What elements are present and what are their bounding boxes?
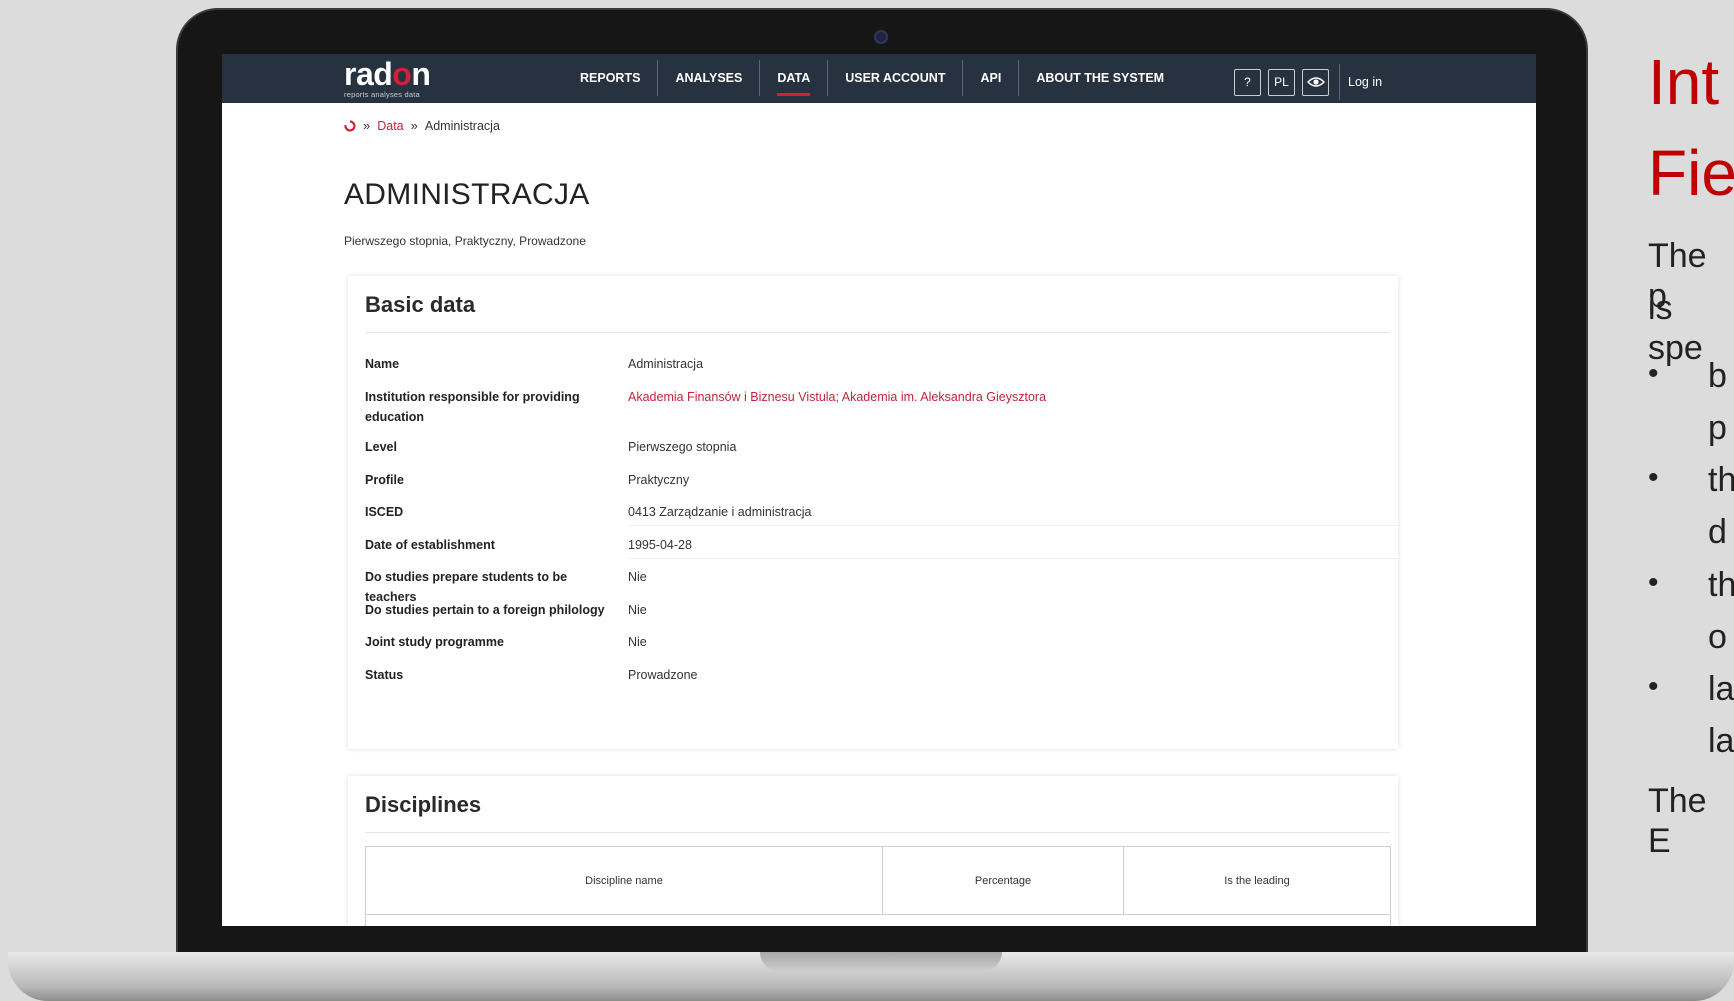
row-label: Profile xyxy=(365,473,404,487)
card-divider xyxy=(365,832,1390,833)
column-header-percentage[interactable]: Percentage xyxy=(883,847,1124,915)
nav-item-analyses[interactable]: ANALYSES xyxy=(658,60,761,96)
row-label: Do studies pertain to a foreign philolog… xyxy=(365,603,605,617)
basic-data-card: Basic data Name Administracja Institutio… xyxy=(348,276,1398,749)
nav-tools: ? PL Log in xyxy=(1234,64,1382,100)
logo-text-o: o xyxy=(392,56,412,92)
disciplines-table: Discipline name Percentage Is the leadin… xyxy=(365,846,1391,926)
row-label: Institution responsible for providing ed… xyxy=(365,390,580,424)
slide-footer-text: The E xyxy=(1648,782,1707,860)
row-value: Praktyczny xyxy=(628,473,690,487)
slide-bullet-2-line1: th xyxy=(1708,461,1734,499)
disciplines-card: Disciplines Discipline name Percentage I… xyxy=(348,776,1398,926)
row-value: Prowadzone xyxy=(628,668,698,682)
page-title: ADMINISTRACJA xyxy=(344,178,590,211)
row-value: Nie xyxy=(628,635,647,649)
accessibility-eye-button[interactable] xyxy=(1302,68,1329,96)
nav-item-about-the-system[interactable]: ABOUT THE SYSTEM xyxy=(1019,60,1181,96)
browser-screen: radon reports analyses data REPORTS ANAL… xyxy=(222,54,1536,926)
laptop-notch xyxy=(760,952,1002,972)
nav-item-user-account[interactable]: USER ACCOUNT xyxy=(828,60,964,96)
slide-title-line2: Fie xyxy=(1648,137,1734,209)
column-header-is-the-leading[interactable]: Is the leading xyxy=(1124,847,1390,915)
row-value: Nie xyxy=(628,570,647,584)
column-header-discipline-name[interactable]: Discipline name xyxy=(366,847,883,915)
top-navigation-bar: radon reports analyses data REPORTS ANAL… xyxy=(222,54,1536,103)
row-divider xyxy=(628,525,1398,526)
nav-item-api[interactable]: API xyxy=(963,60,1020,96)
row-divider xyxy=(628,558,1398,559)
main-nav: REPORTS ANALYSES DATA USER ACCOUNT API A… xyxy=(563,54,1181,103)
help-button[interactable]: ? xyxy=(1234,68,1261,96)
slide-title-line1: Int xyxy=(1648,46,1720,118)
row-label: Name xyxy=(365,357,400,371)
row-value: Pierwszego stopnia xyxy=(628,440,737,454)
row-label: Level xyxy=(365,440,397,454)
breadcrumb-item-current: Administracja xyxy=(424,118,500,133)
breadcrumb: » Data » Administracja xyxy=(344,118,500,133)
slide-bullet-1-line1: b xyxy=(1708,357,1727,395)
logo-text-end: n xyxy=(411,56,431,92)
slide-bullet-4-line2: la xyxy=(1708,722,1734,760)
logo-subtitle: reports analyses data xyxy=(344,90,420,99)
slide-bullet-4-line1: la xyxy=(1708,670,1734,708)
bullet-icon: • xyxy=(1648,357,1659,390)
basic-data-title: Basic data xyxy=(365,292,476,317)
slide-bullet-3-line2: o xyxy=(1708,618,1727,656)
login-link[interactable]: Log in xyxy=(1348,75,1382,89)
row-value: 1995-04-28 xyxy=(628,538,692,552)
slide-bullet-2-line2: d xyxy=(1708,513,1727,551)
disciplines-title: Disciplines xyxy=(365,792,482,817)
slide-bullet-1-line2: p xyxy=(1708,409,1727,447)
slide-bullet-3-line1: th xyxy=(1708,566,1734,604)
institution-link[interactable]: Akademia Finansów i Biznesu Vistula; Aka… xyxy=(628,387,1046,407)
nav-item-reports[interactable]: REPORTS xyxy=(563,60,659,96)
eye-icon xyxy=(1306,77,1325,87)
logo-text-start: rad xyxy=(344,56,393,92)
breadcrumb-separator: » xyxy=(410,118,418,133)
nav-item-data[interactable]: DATA xyxy=(760,60,829,96)
row-label: ISCED xyxy=(365,505,404,519)
bullet-icon: • xyxy=(1648,566,1659,599)
row-value: 0413 Zarządzanie i administracja xyxy=(628,505,812,519)
breadcrumb-item-data[interactable]: Data xyxy=(377,119,403,133)
radon-home-icon[interactable] xyxy=(344,119,356,132)
language-button[interactable]: PL xyxy=(1268,68,1295,96)
row-label: Joint study programme xyxy=(365,635,504,649)
page-subtitle: Pierwszego stopnia, Praktyczny, Prowadzo… xyxy=(344,234,586,248)
row-label: Date of establishment xyxy=(365,538,495,552)
webcam-icon xyxy=(874,30,888,44)
bullet-icon: • xyxy=(1648,670,1659,703)
row-label: Status xyxy=(365,668,404,682)
breadcrumb-separator: » xyxy=(363,118,371,133)
radon-logo[interactable]: radon reports analyses data xyxy=(344,56,431,101)
bullet-icon: • xyxy=(1648,461,1659,494)
row-value: Administracja xyxy=(628,357,704,371)
nav-divider xyxy=(1339,64,1340,100)
card-divider xyxy=(365,332,1390,333)
row-value: Nie xyxy=(628,603,647,617)
